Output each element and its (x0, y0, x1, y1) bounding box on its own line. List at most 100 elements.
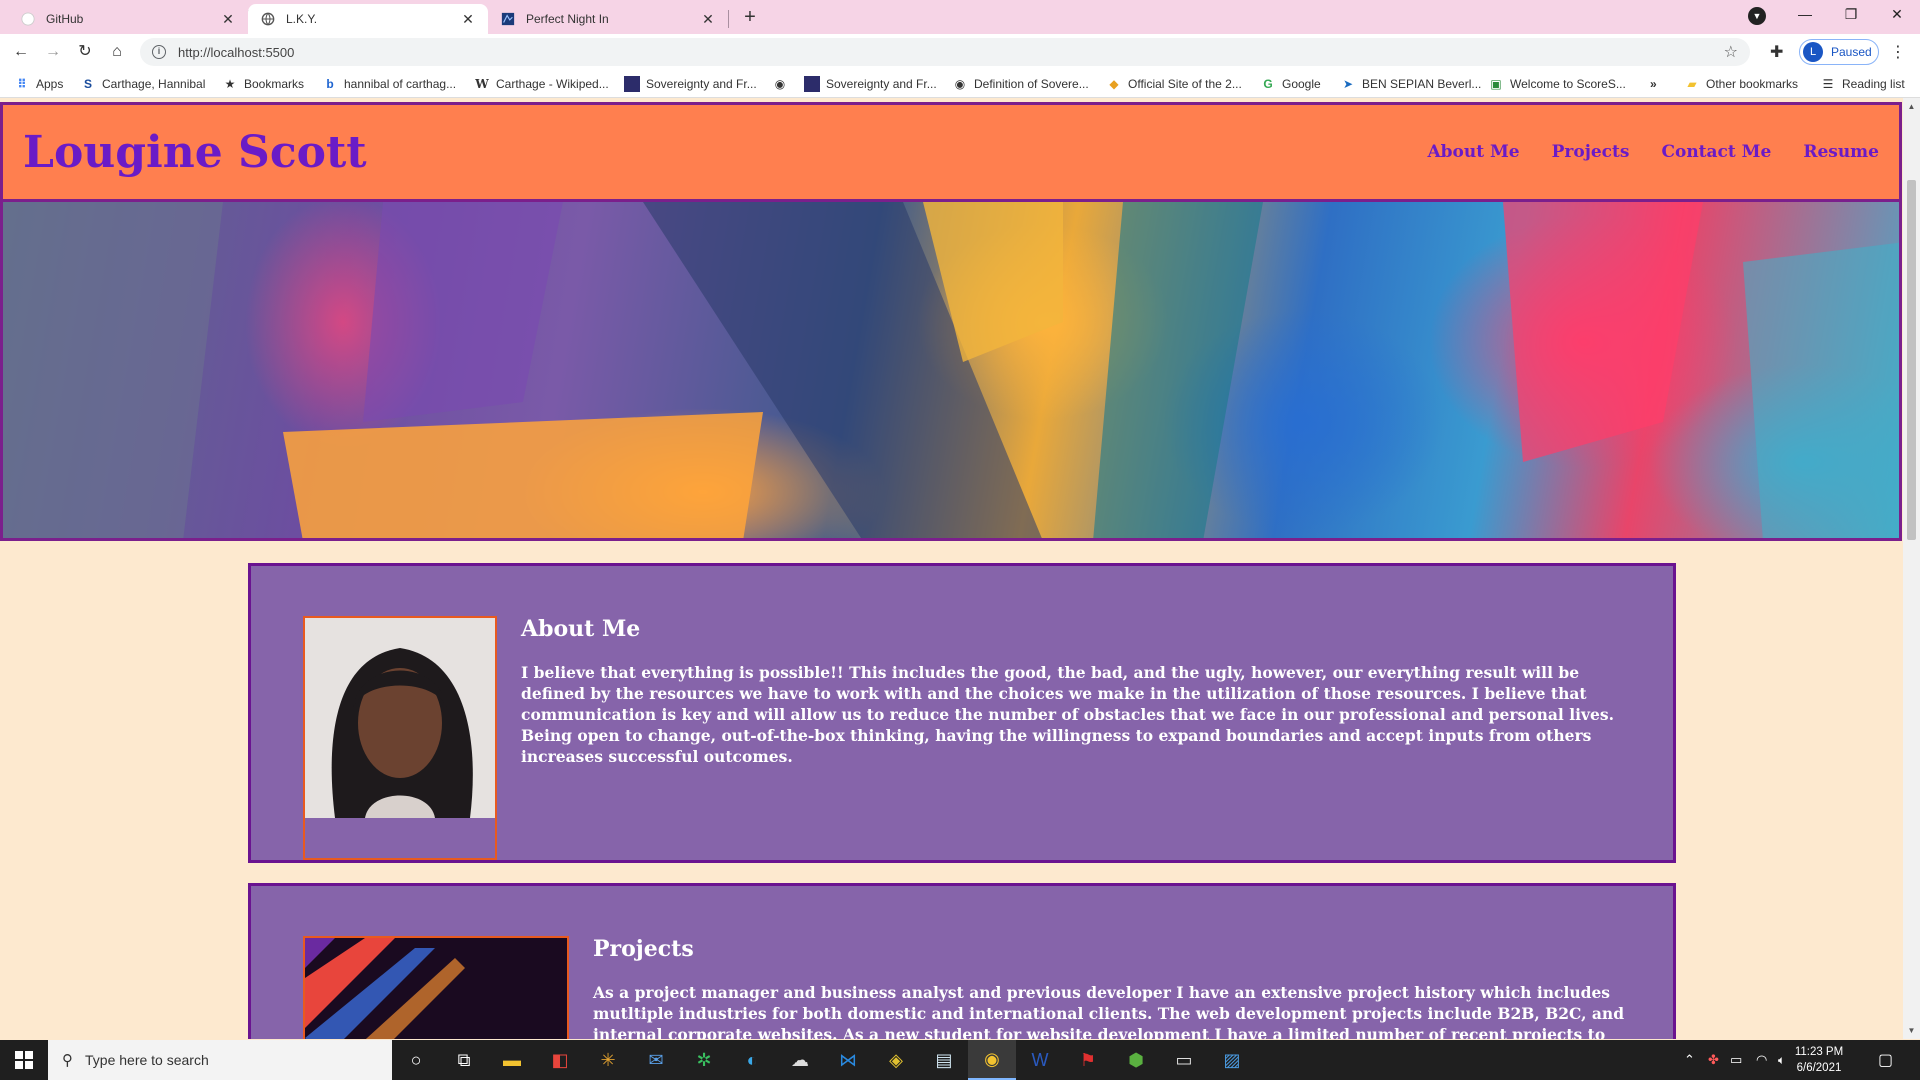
nav-about-me[interactable]: About Me (1427, 142, 1519, 162)
bookmark-star-icon[interactable]: ☆ (1724, 42, 1738, 62)
vscode-icon[interactable]: ⋈ (824, 1040, 872, 1080)
nav-contact-me[interactable]: Contact Me (1661, 142, 1771, 162)
info-icon[interactable]: i (152, 45, 166, 59)
taskbar-search-box[interactable]: ⚲ Type here to search (48, 1040, 392, 1080)
site-header: Lougine Scott About Me Projects Contact … (0, 102, 1902, 202)
scoresense-icon: ▣ (1490, 77, 1502, 91)
more-bookmarks-chevron[interactable]: » (1650, 70, 1657, 98)
notification-icon[interactable]: ▢ (1878, 1050, 1893, 1070)
taskbar-clock[interactable]: 11:23 PM 6/6/2021 (1782, 1044, 1856, 1076)
bird-icon: ➤ (1342, 77, 1354, 91)
nav-projects[interactable]: Projects (1552, 142, 1630, 162)
new-tab-button[interactable]: + (738, 6, 762, 30)
bookmark-item[interactable]: W Carthage - Wikiped... (474, 70, 608, 98)
mail-icon[interactable]: ✉ (632, 1040, 680, 1080)
tab-github[interactable]: GitHub ✕ (8, 4, 248, 34)
close-icon[interactable]: ✕ (220, 11, 236, 28)
file-explorer-icon[interactable]: ▬ (488, 1040, 536, 1080)
tab-search-icon[interactable]: ▼ (1748, 7, 1766, 25)
restore-icon[interactable]: ❐ (1828, 0, 1874, 30)
about-me-card: About Me I believe that everything is po… (248, 563, 1676, 863)
extensions-puzzle-icon[interactable]: ✚ (1770, 42, 1783, 62)
app-green-icon[interactable]: ✲ (680, 1040, 728, 1080)
leaf-icon: ◆ (1109, 77, 1119, 91)
projects-image-art (305, 938, 567, 1039)
book-site-icon (624, 76, 640, 92)
projects-content: Projects As a project manager and busine… (593, 936, 1625, 1039)
minimize-icon[interactable]: — (1782, 0, 1828, 30)
wifi-icon[interactable]: ◠ (1756, 1040, 1767, 1080)
browser-toolbar: ← → ↻ ⌂ i http://localhost:5500 ☆ ✚ L Pa… (0, 34, 1920, 70)
profile-button[interactable]: L Paused (1799, 39, 1879, 65)
tab-title: GitHub (46, 12, 84, 26)
acrobat-icon[interactable]: ⚑ (1064, 1040, 1112, 1080)
chrome-icon[interactable]: ◉ (968, 1040, 1016, 1080)
slack-icon[interactable]: ✳ (584, 1040, 632, 1080)
close-window-icon[interactable]: ✕ (1874, 0, 1920, 30)
terminal-icon[interactable]: ▭ (1160, 1040, 1208, 1080)
nodejs-icon[interactable]: ⬢ (1112, 1040, 1160, 1080)
app-diamond-icon[interactable]: ◈ (872, 1040, 920, 1080)
close-icon[interactable]: ✕ (460, 11, 476, 28)
bookmark-item[interactable]: ▣ Welcome to ScoreS... (1488, 70, 1626, 98)
bookmark-folder[interactable]: ★ Bookmarks (222, 70, 304, 98)
task-view-icon[interactable]: ⧉ (440, 1040, 488, 1080)
bookmark-item[interactable]: Sovereignty and Fr... (804, 70, 937, 98)
bookmark-reading-list[interactable]: ☰ Reading list (1820, 70, 1905, 98)
hero-paint-strokes (3, 202, 1899, 538)
scroll-down-arrow-icon[interactable]: ▼ (1903, 1022, 1920, 1039)
browser-menu-icon[interactable]: ⋮ (1890, 42, 1906, 62)
forward-arrow-icon[interactable]: → (40, 39, 66, 65)
globe-dark-icon: ◉ (774, 77, 786, 91)
profile-photo-image (305, 618, 495, 818)
bookmark-apps[interactable]: ⠿ Apps (14, 70, 63, 98)
bookmark-item[interactable]: S Carthage, Hannibal (80, 70, 205, 98)
bookmark-other[interactable]: ▰ Other bookmarks (1684, 70, 1798, 98)
tab-lky[interactable]: L.K.Y. ✕ (248, 4, 488, 34)
page-scrollbar[interactable]: ▲ ▼ (1903, 98, 1920, 1039)
bookmark-item[interactable]: ➤ BEN SEPIAN Beverl... (1340, 70, 1481, 98)
book-site-icon (804, 76, 820, 92)
nav-resume[interactable]: Resume (1803, 142, 1879, 162)
bookmark-item[interactable]: b hannibal of carthag... (322, 70, 456, 98)
app-cloud-icon[interactable]: ☁ (776, 1040, 824, 1080)
photos-icon[interactable]: ▨ (1208, 1040, 1256, 1080)
site-nav: About Me Projects Contact Me Resume (1427, 142, 1879, 162)
tab-site-icon (500, 11, 516, 27)
office-icon[interactable]: ◧ (536, 1040, 584, 1080)
close-icon[interactable]: ✕ (700, 11, 716, 28)
home-icon[interactable]: ⌂ (104, 39, 130, 65)
cortana-icon[interactable]: ○ (392, 1040, 440, 1080)
folder-icon: ▰ (1687, 77, 1697, 91)
projects-image (303, 936, 569, 1039)
tab-strip: GitHub ✕ L.K.Y. ✕ Perfect Night In ✕ + ▼… (0, 0, 1920, 34)
scroll-up-arrow-icon[interactable]: ▲ (1903, 98, 1920, 115)
bookmark-item[interactable]: ◉ (772, 70, 794, 98)
profile-photo (303, 616, 497, 860)
projects-heading: Projects (593, 936, 694, 962)
tray-chevron-icon[interactable]: ⌃ (1684, 1040, 1695, 1080)
url-text[interactable]: http://localhost:5500 (178, 45, 294, 60)
word-icon[interactable]: W (1016, 1040, 1064, 1080)
bookmark-item[interactable]: G Google (1260, 70, 1320, 98)
address-bar[interactable]: i http://localhost:5500 ☆ (140, 38, 1750, 66)
tab-title: Perfect Night In (526, 12, 609, 26)
tray-app-icon[interactable]: ✤ (1708, 1040, 1719, 1080)
bookmark-item[interactable]: Sovereignty and Fr... (624, 70, 757, 98)
bookmark-item[interactable]: ◉ Definition of Sovere... (952, 70, 1089, 98)
battery-icon[interactable]: ▭ (1730, 1040, 1742, 1080)
search-placeholder: Type here to search (85, 1052, 209, 1068)
tab-perfect-night-in[interactable]: Perfect Night In ✕ (488, 4, 728, 34)
edge-icon[interactable]: ◐ (728, 1040, 776, 1080)
s-site-icon: S (83, 77, 92, 91)
windows-taskbar: ⚲ Type here to search ○ ⧉ ▬ ◧ ✳ ✉ ✲ ◐ ☁ … (0, 1040, 1920, 1080)
bookmark-item[interactable]: ◆ Official Site of the 2... (1106, 70, 1241, 98)
scrollbar-thumb[interactable] (1907, 180, 1916, 540)
hero-banner-image (0, 202, 1902, 541)
back-arrow-icon[interactable]: ← (8, 39, 34, 65)
start-button[interactable] (0, 1040, 48, 1080)
about-me-text: I believe that everything is possible!! … (521, 663, 1614, 766)
notepad-icon[interactable]: ▤ (920, 1040, 968, 1080)
reload-icon[interactable]: ↻ (72, 39, 98, 65)
wikipedia-icon: W (475, 77, 489, 91)
